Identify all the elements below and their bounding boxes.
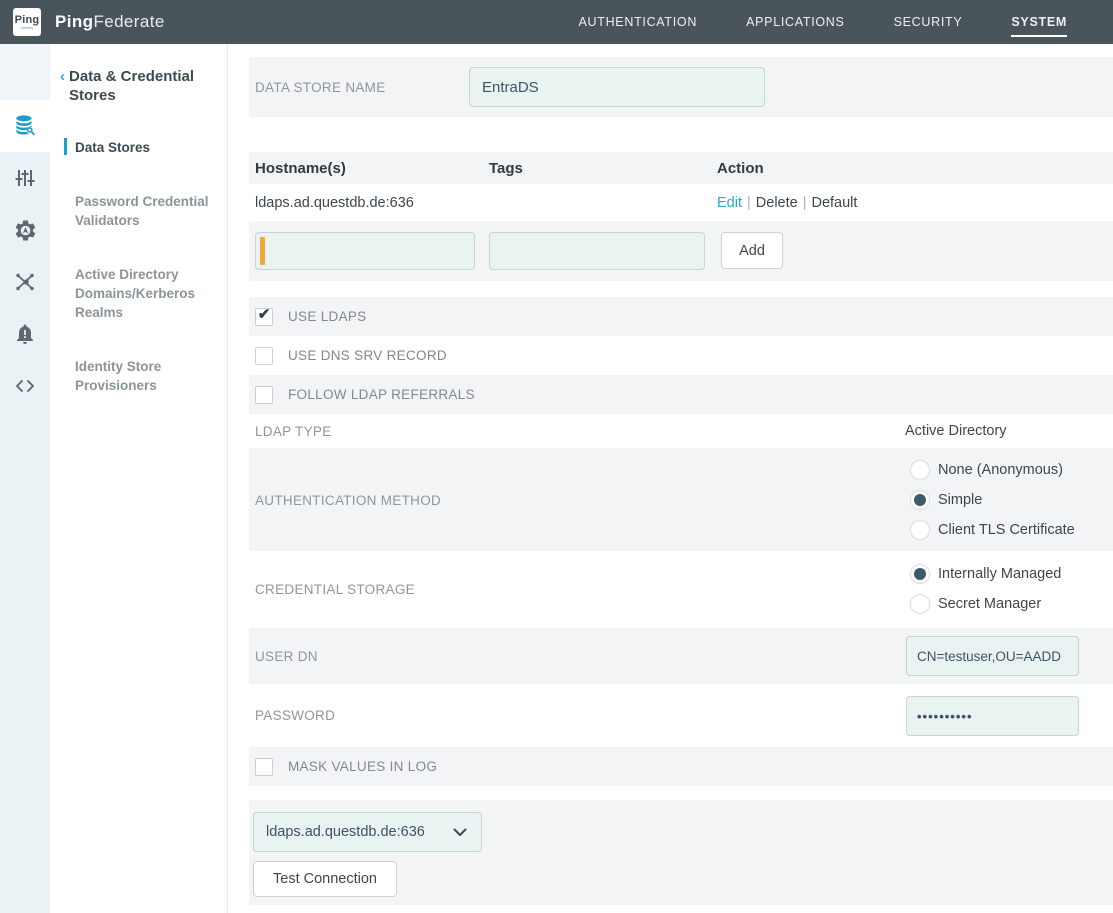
secret-manager-radio[interactable] [910, 594, 930, 614]
use-ldaps-checkbox[interactable]: ✔ [255, 308, 273, 326]
code-icon [13, 374, 37, 398]
auth-option-simple[interactable]: Simple [910, 485, 1075, 515]
ping-identity-logo[interactable]: Ping Identity [13, 8, 41, 36]
data-stores-icon [12, 113, 38, 139]
rail-item-notifications[interactable] [0, 308, 50, 360]
password-input[interactable] [906, 696, 1079, 736]
mask-values-checkbox[interactable]: ✔ [255, 758, 273, 776]
gear-icon [13, 218, 38, 243]
edit-link[interactable]: Edit [717, 195, 742, 211]
alert-bell-icon [13, 322, 37, 346]
nav-authentication[interactable]: AUTHENTICATION [578, 0, 697, 44]
none-anonymous-radio[interactable] [910, 460, 930, 480]
sidebar-item-password-credential-validators[interactable]: Password Credential Validators [50, 192, 227, 230]
ldap-type-value: Active Directory [905, 423, 1007, 439]
cred-option-secret-manager[interactable]: Secret Manager [910, 589, 1061, 619]
chevron-left-icon: ‹ [60, 67, 65, 105]
rail-item-data-stores[interactable] [0, 100, 50, 152]
network-icon [13, 270, 37, 294]
delete-link[interactable]: Delete [756, 195, 798, 211]
sidebar-item-ad-domains-kerberos-realms[interactable]: Active Directory Domains/Kerberos Realms [50, 265, 227, 322]
follow-ldap-referrals-row: ✔ FOLLOW LDAP REFERRALS [249, 375, 1113, 414]
authentication-method-row: AUTHENTICATION METHOD None (Anonymous) S… [249, 448, 1113, 551]
password-row: PASSWORD [249, 684, 1113, 747]
test-connection-button[interactable]: Test Connection [253, 861, 397, 897]
client-tls-certificate-radio[interactable] [910, 520, 930, 540]
user-dn-row: USER DN [249, 628, 1113, 684]
user-dn-input[interactable] [906, 636, 1079, 676]
col-header-hostnames: Hostname(s) [255, 160, 346, 177]
rail-item-connections[interactable] [0, 256, 50, 308]
col-header-tags: Tags [489, 160, 523, 177]
add-hostname-row: Add [249, 221, 1113, 281]
col-header-action: Action [717, 160, 764, 177]
hostname-cell: ldaps.ad.questdb.de:636 [255, 195, 414, 211]
rail-item-settings[interactable] [0, 204, 50, 256]
data-store-name-input[interactable] [469, 67, 765, 107]
new-hostname-input[interactable] [255, 232, 475, 270]
data-store-name-row: DATA STORE NAME [249, 57, 1113, 117]
logo-text: Ping [15, 15, 40, 26]
rail-item-developer[interactable] [0, 360, 50, 412]
nav-applications[interactable]: APPLICATIONS [746, 0, 844, 44]
follow-ldap-referrals-label: FOLLOW LDAP REFERRALS [288, 387, 475, 402]
mask-values-label: MASK VALUES IN LOG [288, 759, 437, 774]
use-dns-srv-row: ✔ USE DNS SRV RECORD [249, 336, 1113, 375]
add-button[interactable]: Add [721, 232, 783, 269]
authentication-method-label: AUTHENTICATION METHOD [255, 493, 441, 508]
sidebar-title: Data & Credential Stores [69, 67, 213, 105]
data-store-name-label: DATA STORE NAME [255, 80, 386, 95]
authentication-method-radio-group: None (Anonymous) Simple Client TLS Certi… [910, 455, 1075, 545]
internally-managed-radio[interactable] [910, 564, 930, 584]
simple-radio[interactable] [910, 490, 930, 510]
hostnames-table-header: Hostname(s) Tags Action [249, 152, 1113, 184]
use-ldaps-label: USE LDAPS [288, 309, 366, 324]
check-icon: ✔ [258, 307, 271, 322]
new-tags-input[interactable] [489, 232, 705, 270]
active-indicator-bar [64, 138, 67, 155]
credential-storage-radio-group: Internally Managed Secret Manager [910, 559, 1061, 619]
user-dn-label: USER DN [255, 649, 318, 664]
ldap-type-label: LDAP TYPE [255, 424, 332, 439]
sidebar-nav: Data Stores Password Credential Validato… [50, 138, 227, 395]
hostname-dropdown-value: ldaps.ad.questdb.de:636 [266, 824, 425, 840]
sidebar-back-header[interactable]: ‹ Data & Credential Stores [50, 44, 227, 105]
top-nav-bar: Ping Identity PingFederate AUTHENTICATIO… [0, 0, 1113, 44]
chevron-down-icon [453, 828, 467, 837]
ldap-type-row: LDAP TYPE Active Directory [249, 414, 1113, 448]
cred-option-internally-managed[interactable]: Internally Managed [910, 559, 1061, 589]
sliders-icon [13, 166, 37, 190]
nav-system[interactable]: SYSTEM [1011, 0, 1067, 44]
hostname-dropdown[interactable]: ldaps.ad.questdb.de:636 [253, 812, 482, 852]
main-navigation: AUTHENTICATION APPLICATIONS SECURITY SYS… [578, 0, 1113, 44]
credential-storage-label: CREDENTIAL STORAGE [255, 582, 415, 597]
action-cell: Edit|Delete|Default [717, 194, 857, 212]
logo-subtext: Identity [21, 26, 34, 30]
auth-option-client-tls[interactable]: Client TLS Certificate [910, 515, 1075, 545]
follow-ldap-referrals-checkbox[interactable]: ✔ [255, 386, 273, 404]
nav-security[interactable]: SECURITY [894, 0, 963, 44]
use-dns-srv-label: USE DNS SRV RECORD [288, 348, 447, 363]
icon-rail [0, 44, 50, 913]
app-title: PingFederate [55, 12, 165, 32]
credential-storage-row: CREDENTIAL STORAGE Internally Managed Se… [249, 551, 1113, 628]
rail-item-configuration[interactable] [0, 152, 50, 204]
password-label: PASSWORD [255, 708, 335, 723]
data-store-form: DATA STORE NAME Hostname(s) Tags Action … [249, 44, 1113, 913]
use-ldaps-row: ✔ USE LDAPS [249, 297, 1113, 336]
secondary-sidebar: ‹ Data & Credential Stores Data Stores P… [50, 44, 228, 913]
auth-option-none[interactable]: None (Anonymous) [910, 455, 1075, 485]
mask-values-row: ✔ MASK VALUES IN LOG [249, 747, 1113, 786]
connection-test-section: ldaps.ad.questdb.de:636 Test Connection [249, 800, 1113, 905]
hostname-table-row: ldaps.ad.questdb.de:636 Edit|Delete|Defa… [249, 184, 1113, 221]
use-dns-srv-checkbox[interactable]: ✔ [255, 347, 273, 365]
sidebar-item-identity-store-provisioners[interactable]: Identity Store Provisioners [50, 357, 227, 395]
default-link[interactable]: Default [811, 195, 857, 211]
sidebar-item-data-stores[interactable]: Data Stores [50, 138, 227, 157]
pingfederate-app: Ping Identity PingFederate AUTHENTICATIO… [0, 0, 1113, 913]
